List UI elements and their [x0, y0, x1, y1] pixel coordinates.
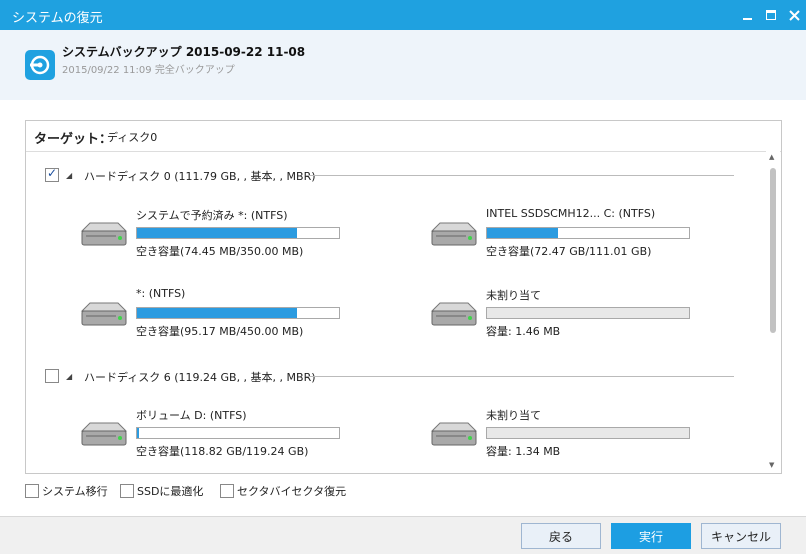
scroll-down-icon[interactable]: ▼ — [769, 461, 774, 469]
partition-0-1[interactable]: INTEL SSDSCMH12... C: (NTFS) 空き容量(72.47 … — [428, 207, 728, 269]
execute-button[interactable]: 実行 — [611, 523, 691, 549]
target-label: ターゲット： — [34, 132, 113, 147]
close-button[interactable] — [783, 4, 805, 26]
disk-panel: ターゲット： ディスク0 ◢ ハードディスク 0 (111.79 GB, , 基… — [25, 120, 782, 474]
scroll-thumb[interactable] — [770, 168, 776, 333]
scroll-up-icon[interactable]: ▲ — [769, 153, 774, 161]
disk-header-6: ◢ ハードディスク 6 (119.24 GB, , 基本, , MBR) — [26, 368, 766, 388]
hard-drive-icon — [80, 302, 128, 326]
close-icon — [788, 9, 800, 21]
ssd-optimize-checkbox[interactable] — [120, 484, 134, 498]
partition-0-3[interactable]: 未割り当て 容量: 1.46 MB — [428, 287, 728, 349]
partition-6-0[interactable]: ボリューム D: (NTFS) 空き容量(118.82 GB/119.24 GB… — [78, 407, 378, 469]
disk-6-checkbox[interactable] — [45, 369, 59, 383]
collapse-icon[interactable]: ◢ — [66, 171, 72, 180]
partition-name: 未割り当て — [486, 409, 541, 422]
divider — [306, 175, 734, 176]
partition-free: 空き容量(118.82 GB/119.24 GB) — [136, 445, 309, 458]
partition-free: 空き容量(95.17 MB/450.00 MB) — [136, 325, 304, 338]
partition-0-2[interactable]: *: (NTFS) 空き容量(95.17 MB/450.00 MB) — [78, 287, 378, 349]
partition-free: 容量: 1.34 MB — [486, 445, 561, 458]
backup-subtitle: 2015/09/22 11:09 完全バックアップ — [62, 65, 235, 76]
partition-name: ボリューム D: (NTFS) — [136, 409, 247, 422]
backup-icon — [25, 50, 55, 80]
partition-free: 容量: 1.46 MB — [486, 325, 561, 338]
target-bar: ターゲット： ディスク0 — [26, 121, 781, 152]
backup-header: システムバックアップ 2015-09-22 11-08 2015/09/22 1… — [0, 30, 806, 100]
title-bar: システムの復元 — [0, 0, 806, 30]
usage-bar — [486, 427, 690, 439]
usage-bar — [486, 227, 690, 239]
minimize-button[interactable] — [736, 4, 758, 26]
sector-restore-checkbox[interactable] — [220, 484, 234, 498]
hard-drive-icon — [430, 302, 478, 326]
usage-bar — [136, 227, 340, 239]
cancel-button[interactable]: キャンセル — [701, 523, 781, 549]
footer: 戻る 実行 キャンセル — [0, 516, 806, 554]
maximize-button[interactable] — [760, 4, 782, 26]
collapse-icon[interactable]: ◢ — [66, 372, 72, 381]
disk-header-0: ◢ ハードディスク 0 (111.79 GB, , 基本, , MBR) — [26, 166, 766, 187]
usage-bar — [486, 307, 690, 319]
partition-name: システムで予約済み *: (NTFS) — [136, 209, 288, 222]
sector-restore-label: セクタバイセクタ復元 — [237, 485, 347, 498]
hard-drive-icon — [430, 422, 478, 446]
back-button[interactable]: 戻る — [521, 523, 601, 549]
hard-drive-icon — [80, 222, 128, 246]
backup-title: システムバックアップ 2015-09-22 11-08 — [62, 45, 306, 59]
system-migrate-checkbox[interactable] — [25, 484, 39, 498]
target-value: ディスク0 — [107, 131, 158, 144]
partition-name: *: (NTFS) — [136, 287, 186, 300]
hard-drive-icon — [80, 422, 128, 446]
partition-free: 空き容量(72.47 GB/111.01 GB) — [486, 245, 652, 258]
partition-0-0[interactable]: システムで予約済み *: (NTFS) 空き容量(74.45 MB/350.00… — [78, 207, 378, 269]
hard-drive-icon — [430, 222, 478, 246]
divider — [306, 376, 734, 377]
disk-6-label: ハードディスク 6 (119.24 GB, , 基本, , MBR) — [84, 371, 316, 384]
usage-bar — [136, 307, 340, 319]
window-title: システムの復元 — [12, 11, 103, 26]
vertical-scrollbar[interactable]: ▲ ▼ — [766, 151, 780, 473]
usage-bar — [136, 427, 340, 439]
disk-0-checkbox[interactable] — [45, 166, 59, 182]
maximize-icon — [766, 10, 776, 20]
disk-0-label: ハードディスク 0 (111.79 GB, , 基本, , MBR) — [84, 170, 316, 183]
partition-name: 未割り当て — [486, 289, 541, 302]
system-migrate-label: システム移行 — [42, 485, 108, 498]
partition-free: 空き容量(74.45 MB/350.00 MB) — [136, 245, 304, 258]
minimize-icon — [742, 18, 752, 20]
ssd-optimize-label: SSDに最適化 — [137, 485, 204, 498]
partition-6-1[interactable]: 未割り当て 容量: 1.34 MB — [428, 407, 728, 469]
partition-name: INTEL SSDSCMH12... C: (NTFS) — [486, 207, 656, 220]
